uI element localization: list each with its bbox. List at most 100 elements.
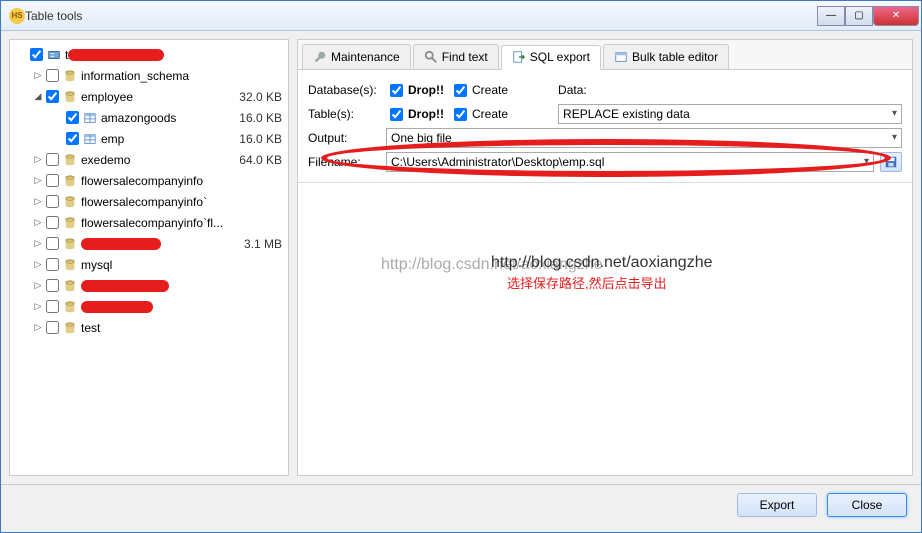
data-option-select[interactable]: REPLACE existing data bbox=[558, 104, 902, 124]
window-buttons: — ▢ ✕ bbox=[817, 6, 919, 26]
tab-label: Find text bbox=[442, 50, 488, 64]
close-dialog-button[interactable]: Close bbox=[827, 493, 907, 517]
tab-label: SQL export bbox=[530, 50, 590, 64]
tab-strip: Maintenance Find text SQL export Bulk table… bbox=[298, 40, 912, 70]
tbl-create-check[interactable]: Create bbox=[450, 105, 508, 124]
database-icon bbox=[63, 216, 77, 230]
table-icon bbox=[83, 132, 97, 146]
expand-toggle[interactable]: ▷ bbox=[32, 175, 44, 186]
tree-row[interactable]: ▷ bbox=[12, 296, 286, 317]
minimize-button[interactable]: — bbox=[817, 6, 845, 26]
preview-area bbox=[298, 183, 912, 475]
tree-row[interactable]: ▷ bbox=[12, 275, 286, 296]
database-icon bbox=[63, 258, 77, 272]
floppy-icon bbox=[884, 155, 898, 169]
database-icon bbox=[63, 174, 77, 188]
table-icon bbox=[83, 111, 97, 125]
expand-toggle[interactable]: ▷ bbox=[32, 280, 44, 291]
tables-label: Table(s): bbox=[308, 107, 380, 121]
tab-bulk-editor[interactable]: Bulk table editor bbox=[603, 44, 729, 69]
tab-sql-export[interactable]: SQL export bbox=[501, 45, 601, 70]
maximize-button[interactable]: ▢ bbox=[845, 6, 873, 26]
tree-label: flowersalecompanyinfo bbox=[81, 174, 276, 188]
tree-label: test bbox=[81, 321, 276, 335]
database-icon bbox=[63, 153, 77, 167]
expand-toggle[interactable]: ▷ bbox=[32, 301, 44, 312]
tree-checkbox[interactable] bbox=[30, 48, 43, 61]
database-icon bbox=[63, 195, 77, 209]
server-icon bbox=[47, 48, 61, 62]
tree-checkbox[interactable] bbox=[46, 69, 59, 82]
tree-label: amazongoods bbox=[101, 111, 233, 125]
tree-row[interactable]: ◢ employee32.0 KB bbox=[12, 86, 286, 107]
tree-label: employee bbox=[81, 90, 233, 104]
tree-row[interactable]: ▷ flowersalecompanyinfo bbox=[12, 170, 286, 191]
database-icon bbox=[63, 300, 77, 314]
tree-checkbox[interactable] bbox=[46, 237, 59, 250]
tab-find-text[interactable]: Find text bbox=[413, 44, 499, 69]
expand-toggle[interactable]: ▷ bbox=[32, 217, 44, 228]
database-icon bbox=[63, 90, 77, 104]
close-button[interactable]: ✕ bbox=[873, 6, 919, 26]
tree-label: flowersalecompanyinfo`fl... bbox=[81, 216, 276, 230]
object-tree[interactable]: t▷information_schema◢employee32.0 KBamaz… bbox=[9, 39, 289, 476]
tree-size: 16.0 KB bbox=[233, 132, 282, 146]
tree-row[interactable]: t bbox=[12, 44, 286, 65]
tree-label: exedemo bbox=[81, 153, 233, 167]
window-title: Table tools bbox=[25, 9, 817, 23]
tree-row[interactable]: ▷ information_schema bbox=[12, 65, 286, 86]
right-panel: Maintenance Find text SQL export Bulk table… bbox=[297, 39, 913, 476]
expand-toggle[interactable]: ▷ bbox=[32, 154, 44, 165]
tree-label: emp bbox=[101, 132, 233, 146]
tbl-drop-check[interactable]: Drop!! bbox=[386, 105, 444, 124]
expand-toggle[interactable]: ▷ bbox=[32, 196, 44, 207]
tree-label bbox=[81, 237, 238, 251]
tree-checkbox[interactable] bbox=[46, 174, 59, 187]
tree-size: 32.0 KB bbox=[233, 90, 282, 104]
tab-label: Maintenance bbox=[331, 50, 400, 64]
export-form: Database(s): Drop!! Create Data: Table(s… bbox=[298, 70, 912, 183]
tree-row[interactable]: ▷exedemo64.0 KB bbox=[12, 149, 286, 170]
expand-toggle[interactable]: ▷ bbox=[32, 70, 44, 81]
tree-row[interactable]: emp16.0 KB bbox=[12, 128, 286, 149]
tree-checkbox[interactable] bbox=[66, 111, 79, 124]
db-create-check[interactable]: Create bbox=[450, 81, 508, 100]
tab-maintenance[interactable]: Maintenance bbox=[302, 44, 411, 69]
database-icon bbox=[63, 69, 77, 83]
tree-checkbox[interactable] bbox=[46, 279, 59, 292]
db-drop-check[interactable]: Drop!! bbox=[386, 81, 444, 100]
tree-checkbox[interactable] bbox=[46, 258, 59, 271]
expand-toggle[interactable]: ◢ bbox=[32, 91, 44, 102]
tree-row[interactable]: ▷ test bbox=[12, 317, 286, 338]
tree-checkbox[interactable] bbox=[46, 321, 59, 334]
footer: Export Close bbox=[1, 484, 921, 524]
content: t▷information_schema◢employee32.0 KBamaz… bbox=[1, 31, 921, 484]
tree-label: flowersalecompanyinfo` bbox=[81, 195, 276, 209]
filename-input[interactable]: C:\Users\Administrator\Desktop\emp.sql bbox=[386, 152, 874, 172]
tree-label: t bbox=[65, 48, 276, 62]
tab-label: Bulk table editor bbox=[632, 50, 718, 64]
database-icon bbox=[63, 321, 77, 335]
save-icon-button[interactable] bbox=[880, 152, 902, 172]
expand-toggle[interactable]: ▷ bbox=[32, 238, 44, 249]
output-select[interactable]: One big file bbox=[386, 128, 902, 148]
tree-row[interactable]: ▷ flowersalecompanyinfo` bbox=[12, 191, 286, 212]
tree-checkbox[interactable] bbox=[46, 90, 59, 103]
tree-row[interactable]: ▷ 3.1 MB bbox=[12, 233, 286, 254]
export-button[interactable]: Export bbox=[737, 493, 817, 517]
tree-row[interactable]: ▷ flowersalecompanyinfo`fl... bbox=[12, 212, 286, 233]
databases-label: Database(s): bbox=[308, 83, 380, 97]
tree-checkbox[interactable] bbox=[46, 300, 59, 313]
expand-toggle[interactable]: ▷ bbox=[32, 259, 44, 270]
tree-checkbox[interactable] bbox=[66, 132, 79, 145]
tree-size: 3.1 MB bbox=[238, 237, 282, 251]
titlebar: HS Table tools — ▢ ✕ bbox=[1, 1, 921, 31]
expand-toggle[interactable]: ▷ bbox=[32, 322, 44, 333]
window: HS Table tools — ▢ ✕ t ▷ information_schem… bbox=[0, 0, 922, 533]
tree-checkbox[interactable] bbox=[46, 153, 59, 166]
tree-label: information_schema bbox=[81, 69, 276, 83]
tree-row[interactable]: ▷mysql bbox=[12, 254, 286, 275]
tree-checkbox[interactable] bbox=[46, 216, 59, 229]
tree-row[interactable]: amazongoods16.0 KB bbox=[12, 107, 286, 128]
tree-checkbox[interactable] bbox=[46, 195, 59, 208]
